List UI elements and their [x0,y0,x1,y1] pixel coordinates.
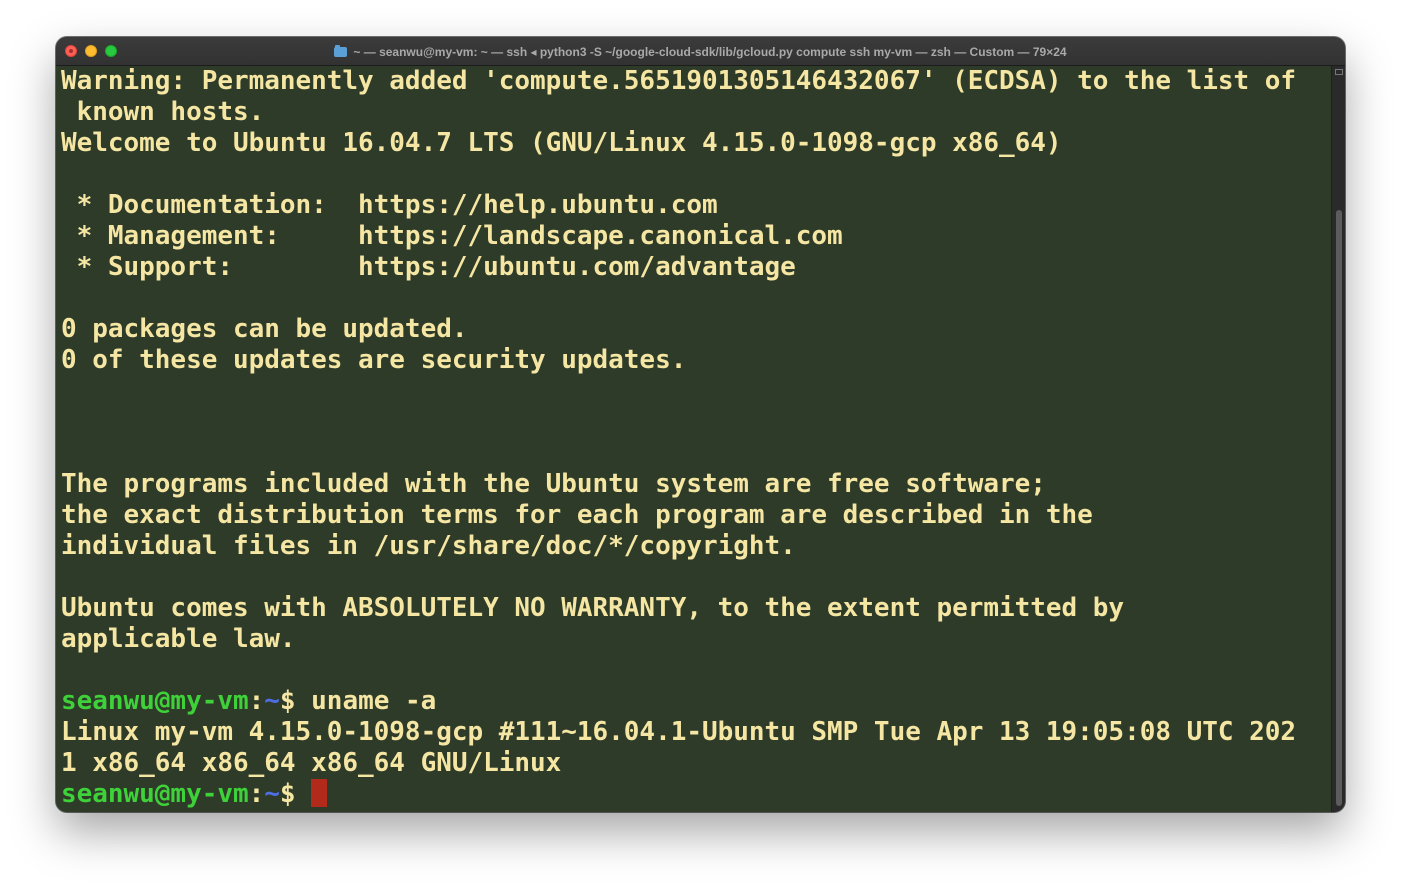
terminal-line: Warning: Permanently added 'compute.5651… [61,66,1297,96]
active-prompt-line[interactable]: seanwu@my-vm:~$ [61,779,328,810]
prompt-symbol: $ [279,686,312,716]
command-output-line: 1 x86_64 x86_64 x86_64 GNU/Linux [61,748,562,778]
scrollbar-thumb[interactable] [1336,210,1342,806]
title-bar[interactable]: ~ — seanwu@my-vm: ~ — ssh ◂ python3 -S ~… [56,37,1345,66]
vertical-scrollbar[interactable] [1331,66,1345,812]
terminal-line: known hosts. [61,97,265,127]
terminal-line: the exact distribution terms for each pr… [61,500,1093,530]
prompt-path: ~ [264,779,280,809]
prompt-path: ~ [264,686,280,716]
prompt-user-host: seanwu@my-vm [61,686,249,716]
terminal-line: * Support: https://ubuntu.com/advantage [61,252,796,282]
prompt-colon: : [248,779,265,809]
terminal-line: applicable law. [61,624,296,654]
terminal-line: Ubuntu comes with ABSOLUTELY NO WARRANTY… [61,593,1125,623]
terminal-line: * Documentation: https://help.ubuntu.com [61,190,718,220]
terminal-line: Welcome to Ubuntu 16.04.7 LTS (GNU/Linux… [61,128,1062,158]
prompt-colon: : [248,686,265,716]
terminal-line: 0 packages can be updated. [61,314,468,344]
command-line: seanwu@my-vm:~$ uname -a [61,686,436,717]
terminal-window: ~ — seanwu@my-vm: ~ — ssh ◂ python3 -S ~… [56,37,1345,812]
folder-icon [334,44,348,57]
window-title: ~ — seanwu@my-vm: ~ — ssh ◂ python3 -S ~… [56,37,1345,66]
prompt-user-host: seanwu@my-vm [61,779,249,809]
terminal-line: The programs included with the Ubuntu sy… [61,469,1046,499]
command-output-line: Linux my-vm 4.15.0-1098-gcp #111~16.04.1… [61,717,1297,747]
scrollbar-marker-icon [1335,69,1343,75]
terminal-line: * Management: https://landscape.canonica… [61,221,843,251]
terminal-content[interactable]: Warning: Permanently added 'compute.5651… [56,66,1331,812]
command-text: uname -a [311,686,437,716]
prompt-symbol: $ [279,779,312,809]
terminal-line: 0 of these updates are security updates. [61,345,687,375]
text-cursor [311,779,328,807]
window-title-text: ~ — seanwu@my-vm: ~ — ssh ◂ python3 -S ~… [353,44,1067,59]
terminal-line: individual files in /usr/share/doc/*/cop… [61,531,796,561]
